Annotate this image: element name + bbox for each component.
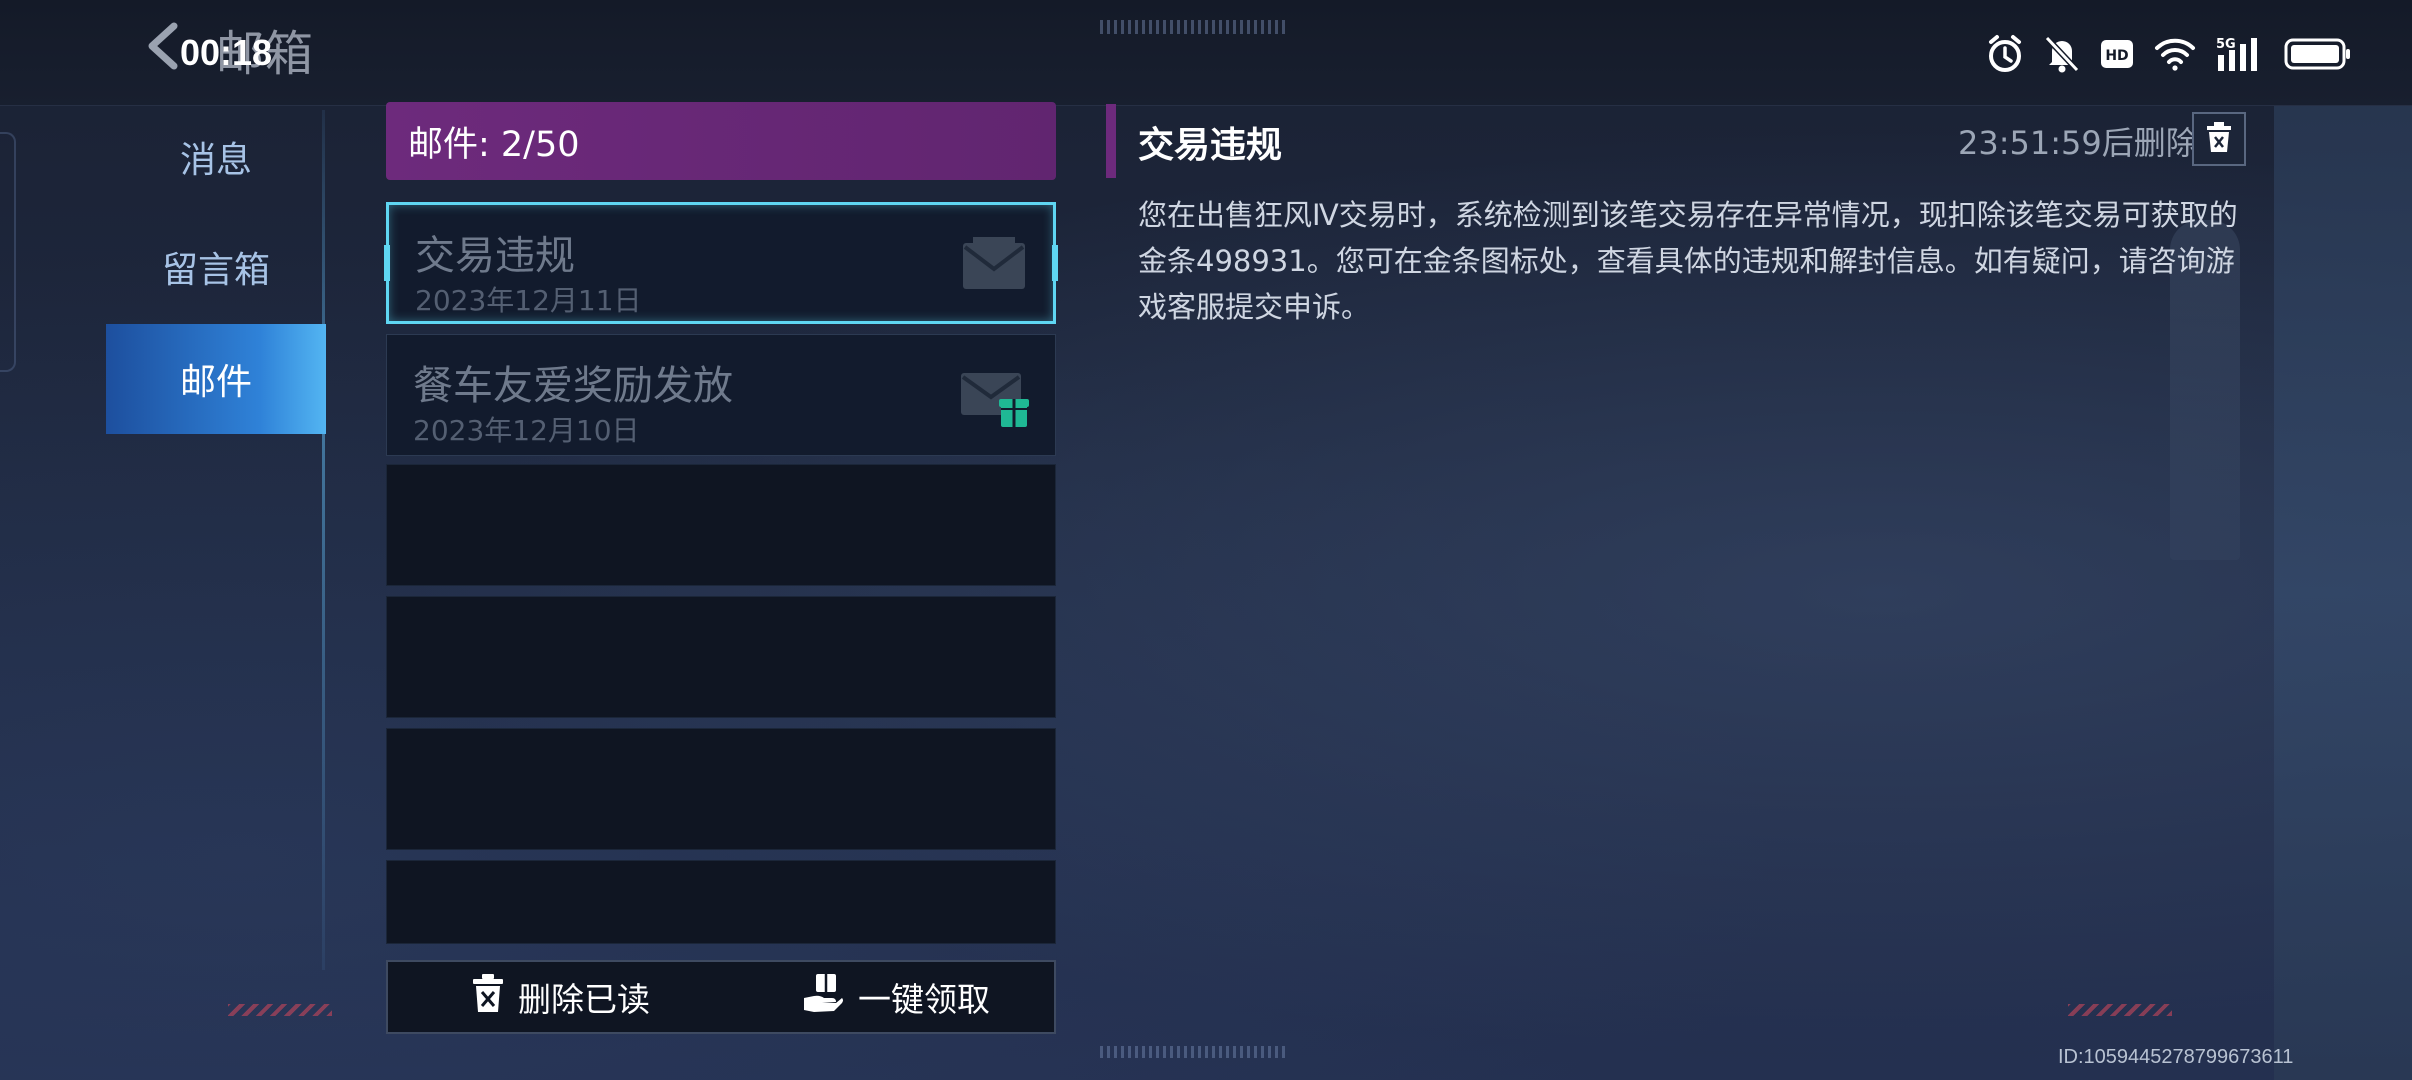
envelope-icon [961, 235, 1027, 297]
mail-subject: 餐车友爱奖励发放 [413, 363, 733, 409]
claim-all-label: 一键领取 [858, 980, 990, 1019]
delete-read-label: 删除已读 [518, 980, 650, 1019]
battery-icon [2284, 37, 2352, 71]
nav-item-messages[interactable]: 消息 [106, 102, 326, 212]
notifications-muted-icon [2044, 34, 2080, 74]
mail-subject: 交易违规 [415, 233, 575, 279]
decorative-stripes [228, 1004, 332, 1016]
empty-mail-slot [386, 596, 1056, 718]
decorative-grid [1100, 20, 1286, 34]
mail-count-label: 邮件: 2/50 [408, 124, 580, 165]
mail-detail-title: 交易违规 [1138, 125, 1283, 166]
decorative-stripes [2068, 1004, 2172, 1016]
wifi-icon [2154, 37, 2196, 71]
envelope-gift-icon [959, 365, 1029, 435]
nav-item-label: 留言箱 [161, 250, 270, 291]
svg-text:5G: 5G [2216, 37, 2236, 52]
side-drawer-handle[interactable] [0, 132, 16, 372]
nav-item-label: 邮件 [179, 362, 252, 403]
player-id: ID:1059445278799673611 [2058, 1046, 2294, 1068]
delete-read-button[interactable]: 删除已读 [472, 962, 650, 1032]
mail-date: 2023年12月11日 [415, 284, 642, 317]
claim-all-button[interactable]: 一键领取 [802, 962, 990, 1032]
nav-item-mail[interactable]: 邮件 [106, 324, 326, 434]
trash-icon [472, 973, 504, 1021]
mail-date: 2023年12月10日 [413, 414, 640, 447]
delete-mail-button[interactable] [2192, 112, 2246, 166]
background-scenery [2274, 106, 2412, 1080]
hand-gift-icon [802, 972, 844, 1022]
status-icons: HD 5G [1986, 30, 2352, 78]
detail-accent-bar [1106, 104, 1116, 178]
selection-notch [1052, 245, 1058, 281]
mail-item[interactable]: 交易违规 2023年12月11日 [384, 202, 1058, 324]
nav-item-guestbook[interactable]: 留言箱 [106, 212, 326, 322]
empty-mail-slot [386, 860, 1056, 944]
chevron-left-icon[interactable] [140, 20, 184, 72]
hd-icon: HD [2100, 39, 2134, 69]
empty-mail-slot [386, 728, 1056, 850]
mail-count-header: 邮件: 2/50 [386, 102, 1056, 180]
5g-signal-icon: 5G [2216, 35, 2264, 73]
mail-detail-body: 您在出售狂风Ⅳ交易时，系统检测到该笔交易存在异常情况，现扣除该笔交易可获取的金条… [1138, 198, 2238, 324]
selection-notch [384, 245, 390, 281]
trash-icon [2207, 122, 2231, 156]
empty-mail-slot [386, 464, 1056, 586]
nav-item-label: 消息 [179, 140, 252, 181]
alarm-icon [1986, 34, 2024, 74]
delete-countdown: 23:51:59后删除 [1958, 124, 2198, 162]
decorative-grid [1100, 1046, 1286, 1058]
svg-text:HD: HD [2105, 48, 2128, 64]
mail-actions-bar: 删除已读 一键领取 [386, 960, 1056, 1034]
status-clock: 00:18 [180, 32, 273, 73]
mail-item[interactable]: 餐车友爱奖励发放 2023年12月10日 [386, 334, 1056, 456]
